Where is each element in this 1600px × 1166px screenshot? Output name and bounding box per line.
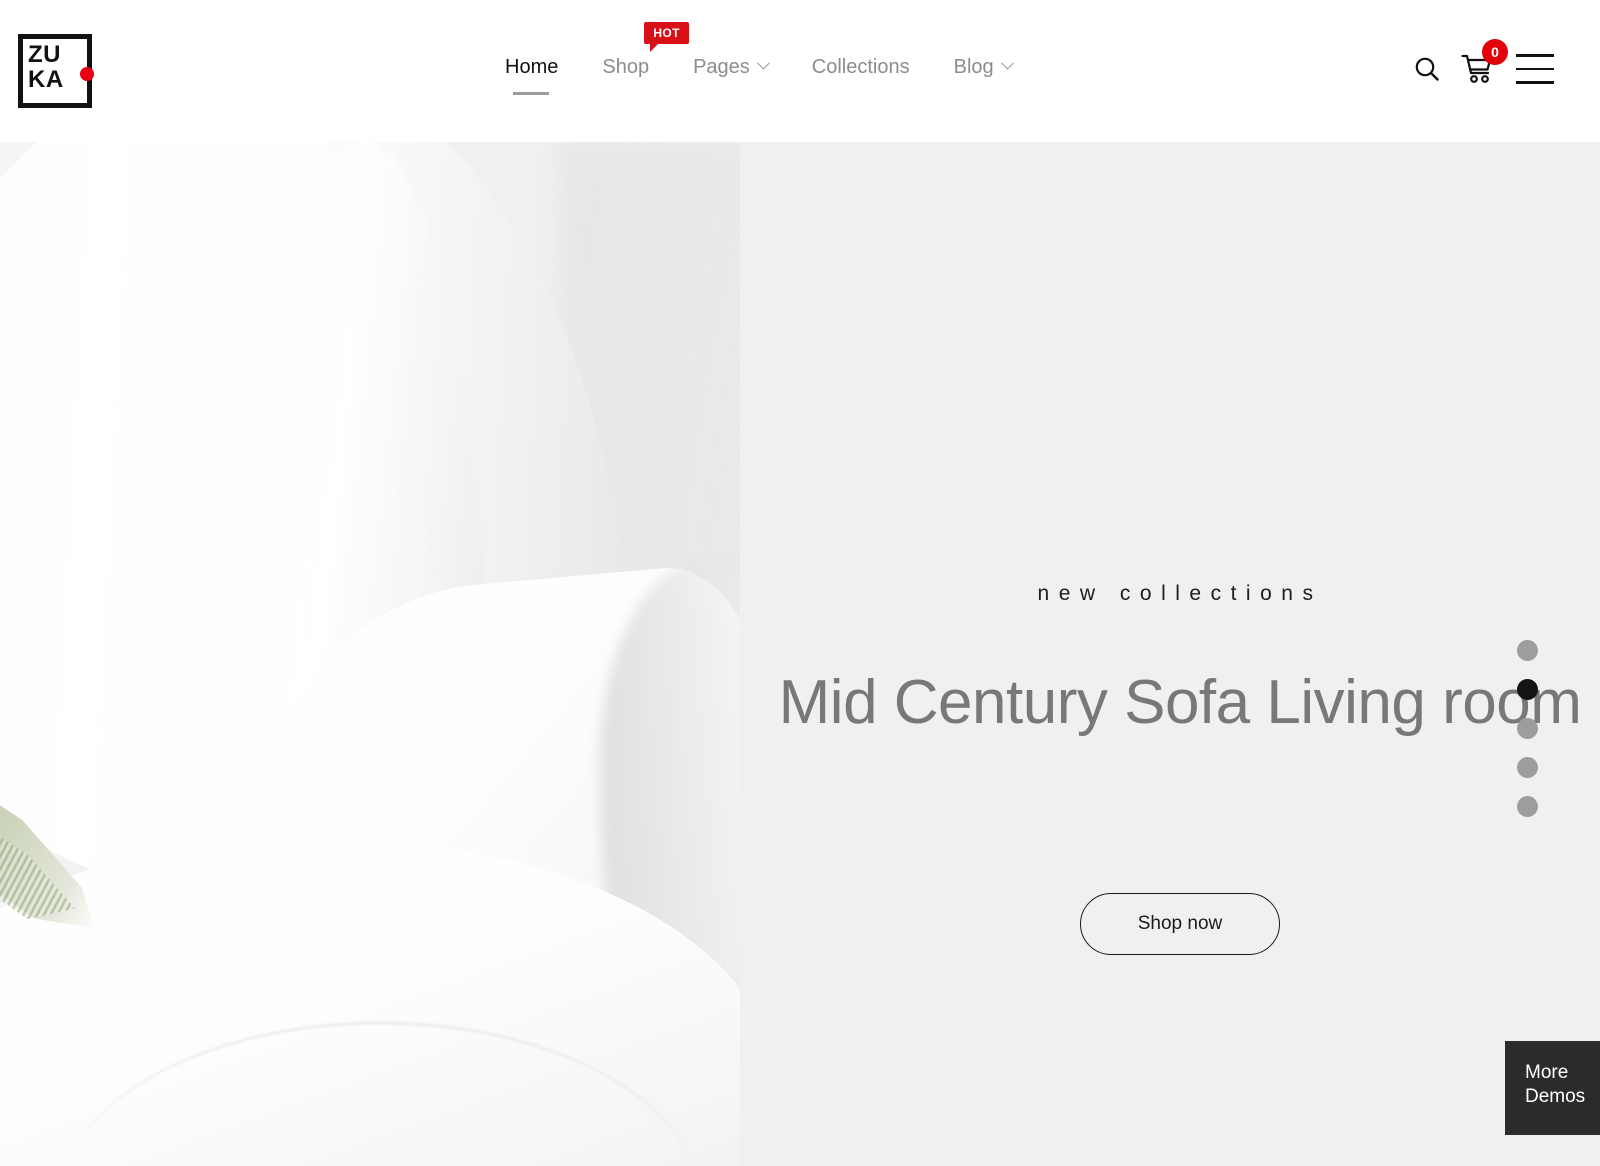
menu-line-1 [1516,54,1554,57]
page-root: ZU KA Home HOT Shop Pages Collections Bl… [0,0,1600,1166]
main-navigation: Home HOT Shop Pages Collections Blog [505,22,1014,96]
slider-dot-1[interactable] [1517,640,1538,661]
hero-slider: new collections Mid Century Sofa Living … [0,142,1600,1166]
hero-content: new collections Mid Century Sofa Living … [760,142,1600,1166]
nav-label-collections: Collections [811,56,910,78]
nav-label-pages: Pages [693,56,750,78]
brand-logo[interactable]: ZU KA [18,34,94,108]
menu-line-3 [1516,81,1554,84]
nav-label-blog: Blog [953,56,994,78]
nav-label-home: Home [505,56,559,78]
header-actions: 0 [1410,39,1554,86]
hot-badge: HOT [644,22,689,52]
logo-line-1: ZU [28,41,61,68]
nav-item-home[interactable]: Home [505,56,559,95]
slider-dot-3[interactable] [1517,718,1538,739]
nav-label-shop: Shop [602,56,650,78]
slider-dot-4[interactable] [1517,757,1538,778]
more-demos-button[interactable]: More Demos [1505,1041,1600,1135]
nav-item-collections[interactable]: Collections [812,56,910,79]
hero-title: Mid Century Sofa Living room [778,668,1582,737]
menu-line-2 [1516,67,1554,71]
chevron-down-icon [1000,56,1014,70]
cart-count-badge: 0 [1482,39,1508,65]
more-demos-line-1: More [1525,1062,1569,1083]
more-demos-line-2: Demos [1525,1086,1586,1107]
slider-dot-2[interactable] [1517,679,1538,700]
chevron-down-icon [756,56,770,70]
nav-item-pages[interactable]: Pages [693,56,770,79]
cart-icon[interactable]: 0 [1460,39,1508,86]
nav-active-underline [513,92,549,95]
logo-wordmark: ZU KA [28,42,80,92]
hero-eyebrow: new collections [1037,582,1323,605]
logo-dot-icon [80,67,94,81]
slider-dot-5[interactable] [1517,796,1538,817]
slider-pagination [1517,640,1538,817]
nav-item-blog[interactable]: Blog [953,56,1014,79]
site-header: ZU KA Home HOT Shop Pages Collections Bl… [0,0,1600,142]
nav-item-shop[interactable]: HOT Shop [602,22,689,79]
shop-now-button[interactable]: Shop now [1080,893,1280,955]
hamburger-menu-icon[interactable] [1516,54,1554,84]
search-icon[interactable] [1410,52,1444,86]
logo-line-2: KA [28,66,64,93]
